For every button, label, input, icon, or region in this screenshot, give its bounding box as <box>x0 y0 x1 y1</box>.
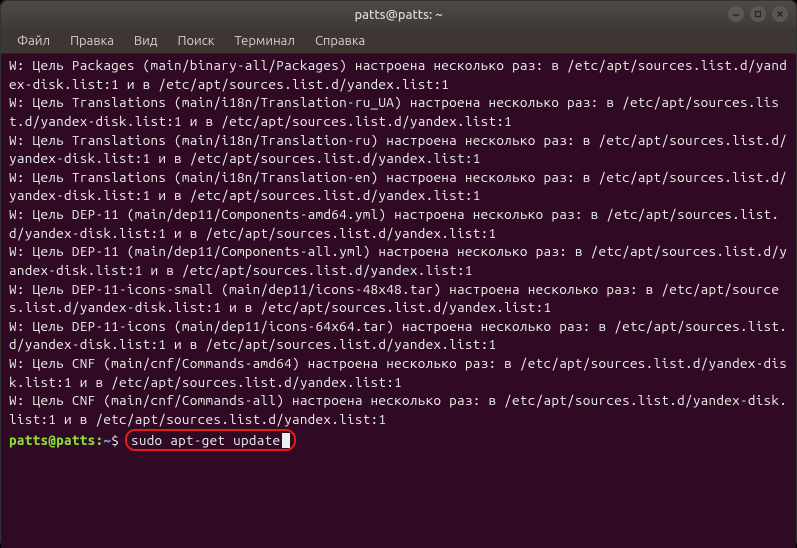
maximize-button[interactable] <box>750 6 766 22</box>
minimize-button[interactable] <box>728 6 744 22</box>
menu-terminal[interactable]: Терминал <box>226 32 302 50</box>
menu-search[interactable]: Поиск <box>169 32 222 50</box>
terminal-line: W: Цель Packages (main/binary-all/Packag… <box>9 57 787 92</box>
menu-help[interactable]: Справка <box>307 32 373 50</box>
terminal-line: W: Цель DEP-11-icons-small (main/dep11/i… <box>9 281 779 316</box>
menu-view[interactable]: Вид <box>126 32 166 50</box>
terminal-line: W: Цель CNF (main/cnf/Commands-all) наст… <box>9 392 787 427</box>
terminal-output[interactable]: W: Цель Packages (main/binary-all/Packag… <box>1 54 796 548</box>
cursor <box>282 433 290 448</box>
terminal-line: W: Цель DEP-11-icons (main/dep11/icons-6… <box>9 318 787 353</box>
command-highlight: sudo apt-get update <box>125 429 296 452</box>
menubar: Файл Правка Вид Поиск Терминал Справка <box>1 29 796 54</box>
window-title: patts@patts: ~ <box>354 8 442 22</box>
terminal-line: W: Цель Translations (main/i18n/Translat… <box>9 94 779 129</box>
prompt-dollar: $ <box>111 432 119 448</box>
terminal-line: W: Цель DEP-11 (main/dep11/Components-al… <box>9 243 787 278</box>
prompt-user-host: patts@patts <box>9 432 95 448</box>
terminal-line: W: Цель DEP-11 (main/dep11/Components-am… <box>9 206 779 241</box>
terminal-line: W: Цель Translations (main/i18n/Translat… <box>9 169 787 204</box>
terminal-line: W: Цель Translations (main/i18n/Translat… <box>9 132 787 167</box>
close-button[interactable] <box>772 6 788 22</box>
window-titlebar: patts@patts: ~ <box>1 1 796 29</box>
menu-edit[interactable]: Правка <box>62 32 122 50</box>
window-controls <box>728 6 788 22</box>
terminal-line: W: Цель CNF (main/cnf/Commands-amd64) на… <box>9 355 787 390</box>
command-input[interactable]: sudo apt-get update <box>131 432 280 448</box>
menu-file[interactable]: Файл <box>9 32 58 50</box>
